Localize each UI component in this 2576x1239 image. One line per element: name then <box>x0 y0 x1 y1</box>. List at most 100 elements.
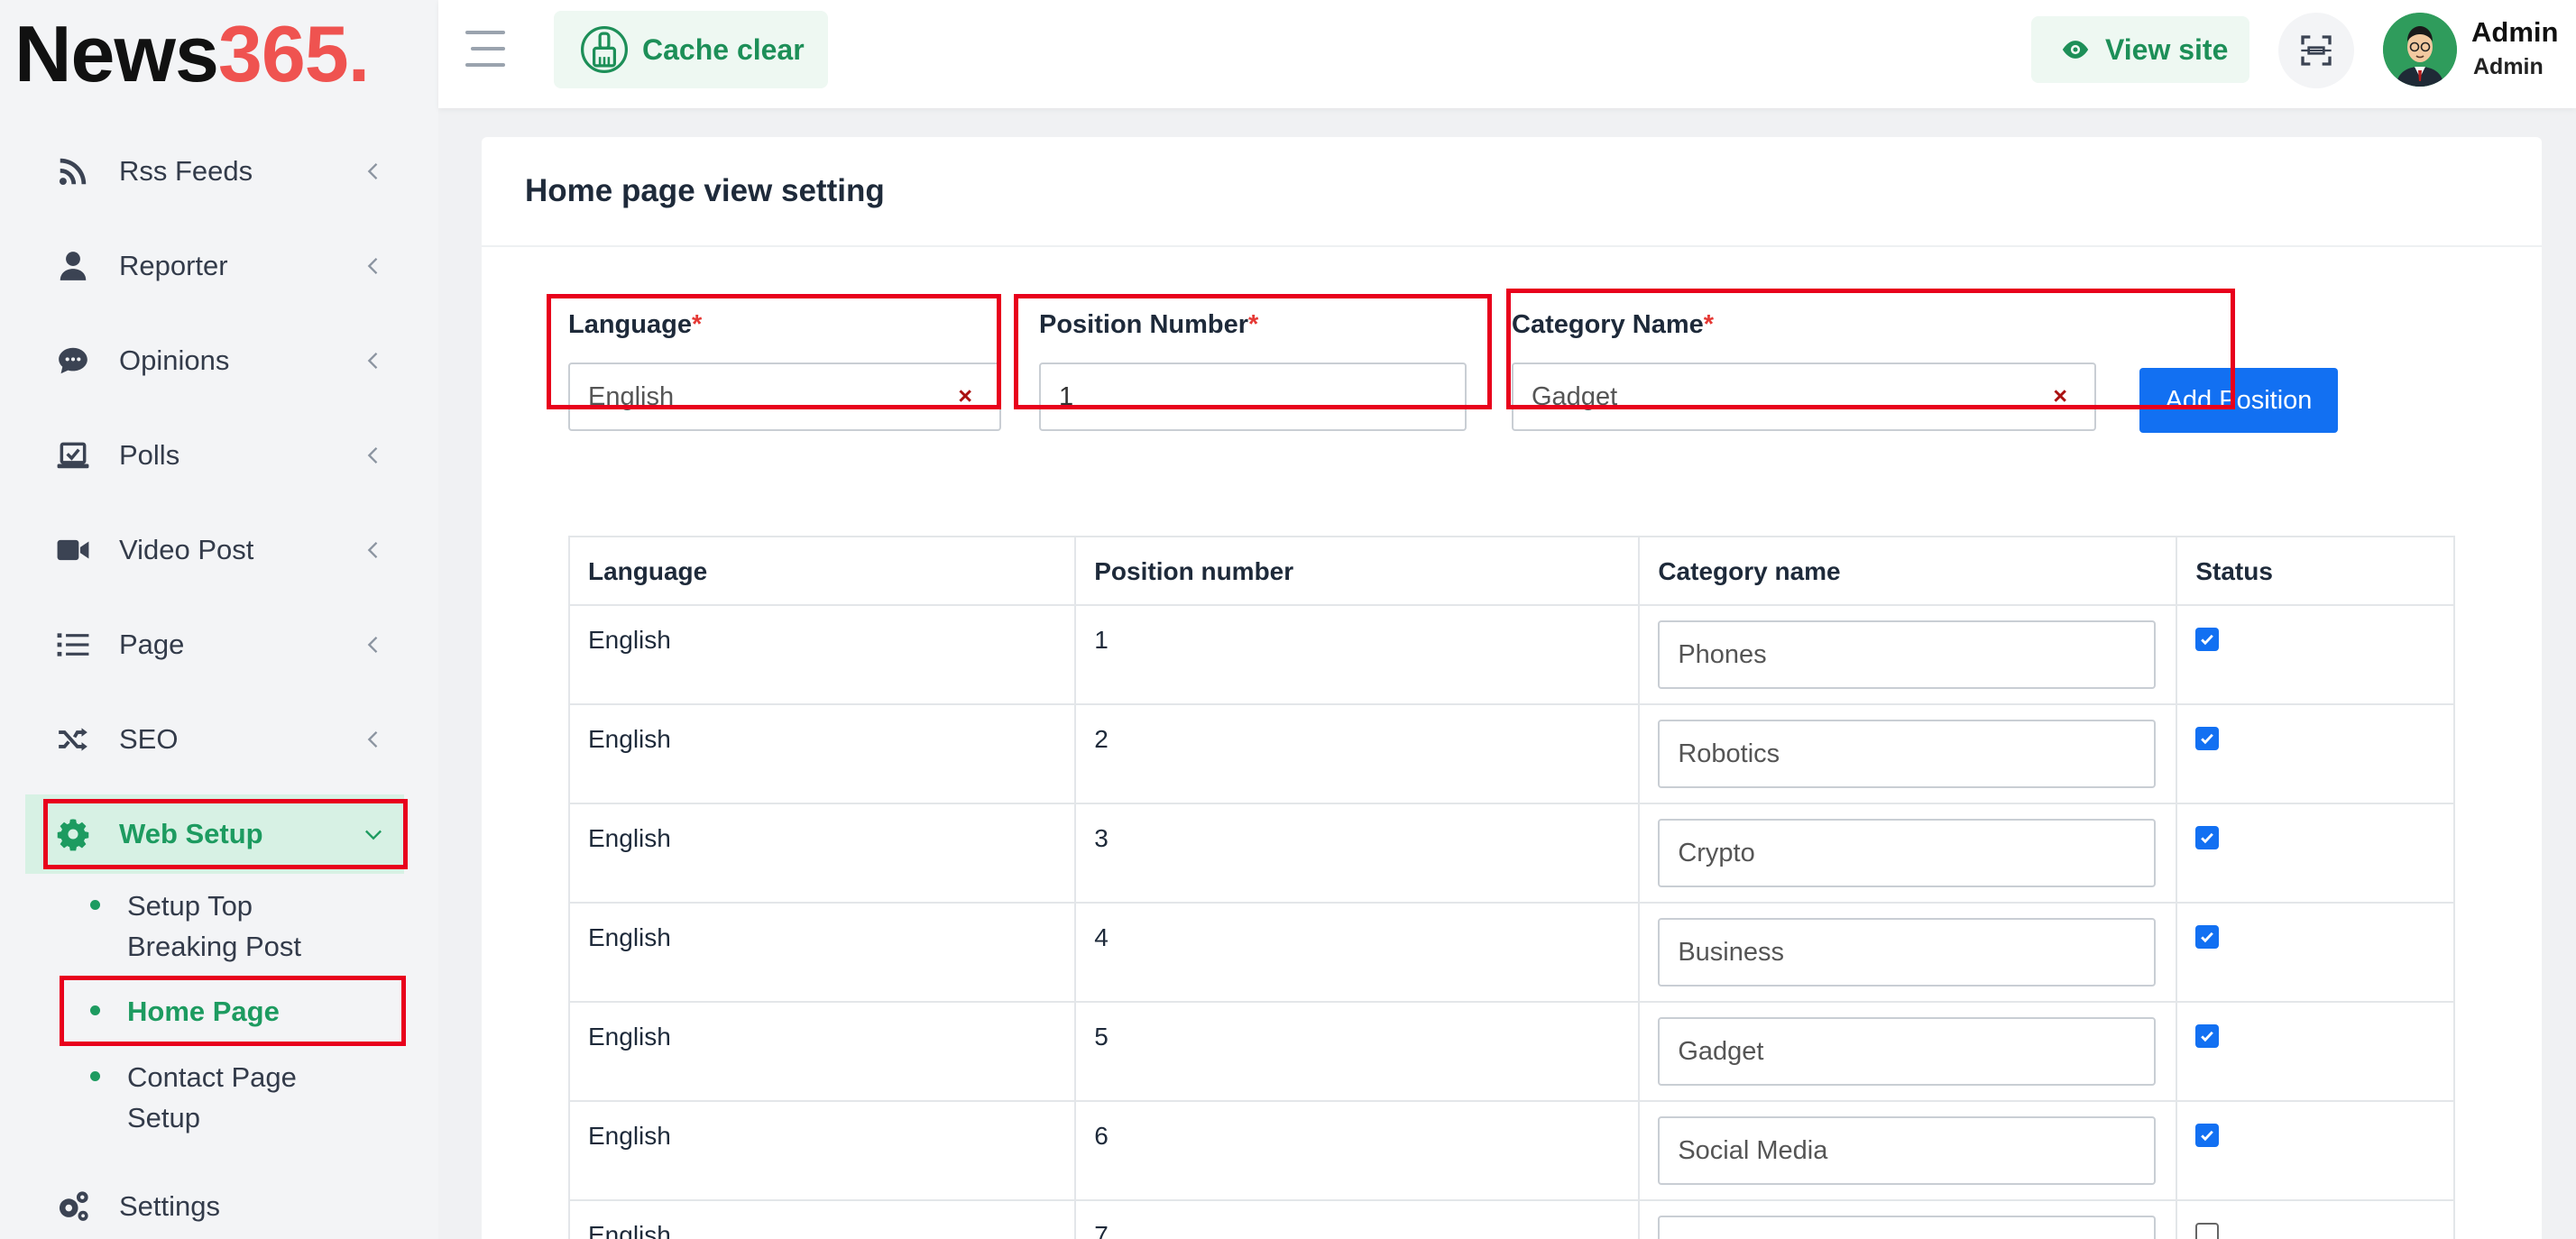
position-number-input[interactable]: 1 <box>1039 363 1467 431</box>
sidebar-subitem-label: Breaking Post <box>127 931 301 962</box>
rss-icon <box>54 152 92 190</box>
cache-clear-button[interactable]: Cache clear <box>554 11 828 88</box>
cell-position: 1 <box>1074 604 1641 705</box>
status-checkbox[interactable] <box>2195 727 2220 750</box>
status-checkbox[interactable] <box>2195 925 2220 949</box>
sidebar-item-label: Polls <box>119 439 180 471</box>
chevron-left-icon <box>367 542 378 558</box>
gear-icon <box>54 815 92 853</box>
cell-language: English <box>567 1001 1077 1102</box>
gears-icon <box>54 1188 92 1225</box>
sidebar-subitem-home-page[interactable]: Home Page <box>90 991 397 1032</box>
logo-text-news: News <box>14 9 219 98</box>
user-name: Admin <box>2471 16 2559 48</box>
sidebar-item-settings[interactable]: Settings <box>0 1167 438 1239</box>
sidebar-subitem-setup-top-breaking-post[interactable]: Setup Top Breaking Post <box>90 886 397 967</box>
column-header-position: Position number <box>1074 536 1641 606</box>
sidebar-item-opinions[interactable]: Opinions <box>0 321 438 400</box>
view-site-button[interactable]: View site <box>2031 16 2249 83</box>
cell-category: Crypto <box>1638 803 2178 904</box>
sidebar-item-label: SEO <box>119 723 179 755</box>
category-input[interactable] <box>1658 1216 2157 1239</box>
bullet-icon <box>90 1005 100 1015</box>
home-page-setting-card: Home page view setting Language* English… <box>482 137 2542 1239</box>
top-bar: Cache clear View site Admin Admin <box>438 0 2576 108</box>
cache-clear-label: Cache clear <box>642 32 805 66</box>
sidebar-subitem-contact-page-setup[interactable]: Contact Page Setup <box>90 1057 397 1138</box>
logo[interactable]: News365. <box>0 0 438 108</box>
avatar[interactable] <box>2383 13 2457 87</box>
add-position-button[interactable]: Add Position <box>2139 368 2338 433</box>
chevron-left-icon <box>367 258 378 274</box>
broom-icon <box>581 26 628 73</box>
status-checkbox[interactable] <box>2195 1223 2220 1239</box>
chevron-left-icon <box>367 353 378 369</box>
table-body: English 1 Phones English 2 Robotics Engl… <box>567 604 2455 1239</box>
logo-text-365: 365. <box>217 9 370 98</box>
cell-category: Business <box>1638 902 2178 1003</box>
sidebar-item-seo[interactable]: SEO <box>0 700 438 779</box>
sidebar-item-label: Page <box>119 629 185 660</box>
sidebar-item-video-post[interactable]: Video Post <box>0 510 438 590</box>
table-row: English 3 Crypto <box>567 803 2455 904</box>
clear-category-icon[interactable]: × <box>2053 382 2067 410</box>
cell-language: English <box>567 902 1077 1003</box>
category-name-value: Gadget <box>1532 381 1618 411</box>
table-row: English 5 Gadget <box>567 1001 2455 1102</box>
bullet-icon <box>90 900 100 910</box>
menu-toggle-icon[interactable] <box>465 31 511 70</box>
sidebar-item-page[interactable]: Page <box>0 605 438 684</box>
video-icon <box>54 531 92 569</box>
sidebar-item-label: Reporter <box>119 250 228 281</box>
table-row: English 7 <box>567 1199 2455 1239</box>
sidebar-subitem-label: Setup <box>127 1102 201 1133</box>
cell-language: English <box>567 1100 1077 1201</box>
language-select[interactable]: English × <box>568 363 1001 431</box>
cell-position: 7 <box>1074 1199 1641 1239</box>
table-row: English 1 Phones <box>567 604 2455 705</box>
fullscreen-button[interactable] <box>2278 13 2354 88</box>
sidebar-item-rss-feeds[interactable]: Rss Feeds <box>0 132 438 211</box>
sidebar-item-web-setup[interactable]: Web Setup <box>25 794 404 874</box>
cell-position: 2 <box>1074 703 1641 804</box>
cell-status <box>2176 902 2455 1003</box>
table-row: English 4 Business <box>567 902 2455 1003</box>
sidebar-item-label: Web Setup <box>119 818 263 849</box>
status-checkbox[interactable] <box>2195 1024 2220 1048</box>
status-checkbox[interactable] <box>2195 628 2220 651</box>
bullet-icon <box>90 1071 100 1081</box>
cell-status <box>2176 604 2455 705</box>
sidebar-subitem-label: Home Page <box>127 996 280 1027</box>
sidebar-item-label: Opinions <box>119 344 230 376</box>
cell-position: 5 <box>1074 1001 1641 1102</box>
category-input[interactable]: Social Media <box>1658 1116 2157 1185</box>
user-avatar-icon <box>2383 13 2457 87</box>
cell-position: 6 <box>1074 1100 1641 1201</box>
user-role: Admin <box>2473 54 2544 79</box>
position-number-value: 1 <box>1059 381 1074 411</box>
clear-language-icon[interactable]: × <box>958 382 972 410</box>
sidebar-item-polls[interactable]: Polls <box>0 416 438 495</box>
category-input[interactable]: Gadget <box>1658 1017 2157 1086</box>
category-input[interactable]: Crypto <box>1658 819 2157 887</box>
cell-category: Gadget <box>1638 1001 2178 1102</box>
category-input[interactable]: Business <box>1658 918 2157 987</box>
cell-status <box>2176 1199 2455 1239</box>
chevron-left-icon <box>367 731 378 748</box>
cell-status <box>2176 803 2455 904</box>
cell-status <box>2176 1100 2455 1201</box>
sidebar-item-reporter[interactable]: Reporter <box>0 226 438 306</box>
sidebar-subitem-label: Contact Page <box>127 1061 297 1093</box>
status-checkbox[interactable] <box>2195 826 2220 849</box>
cell-status <box>2176 1001 2455 1102</box>
category-input[interactable]: Robotics <box>1658 720 2157 788</box>
cell-category <box>1638 1199 2178 1239</box>
column-header-status: Status <box>2176 536 2455 606</box>
poll-icon <box>54 436 92 474</box>
category-input[interactable]: Phones <box>1658 620 2157 689</box>
category-name-label: Category Name* <box>1512 310 1715 339</box>
positions-table: Language Position number Category name S… <box>567 536 2455 1239</box>
category-name-select[interactable]: Gadget × <box>1512 363 2096 431</box>
list-icon <box>54 626 92 664</box>
status-checkbox[interactable] <box>2195 1124 2220 1147</box>
